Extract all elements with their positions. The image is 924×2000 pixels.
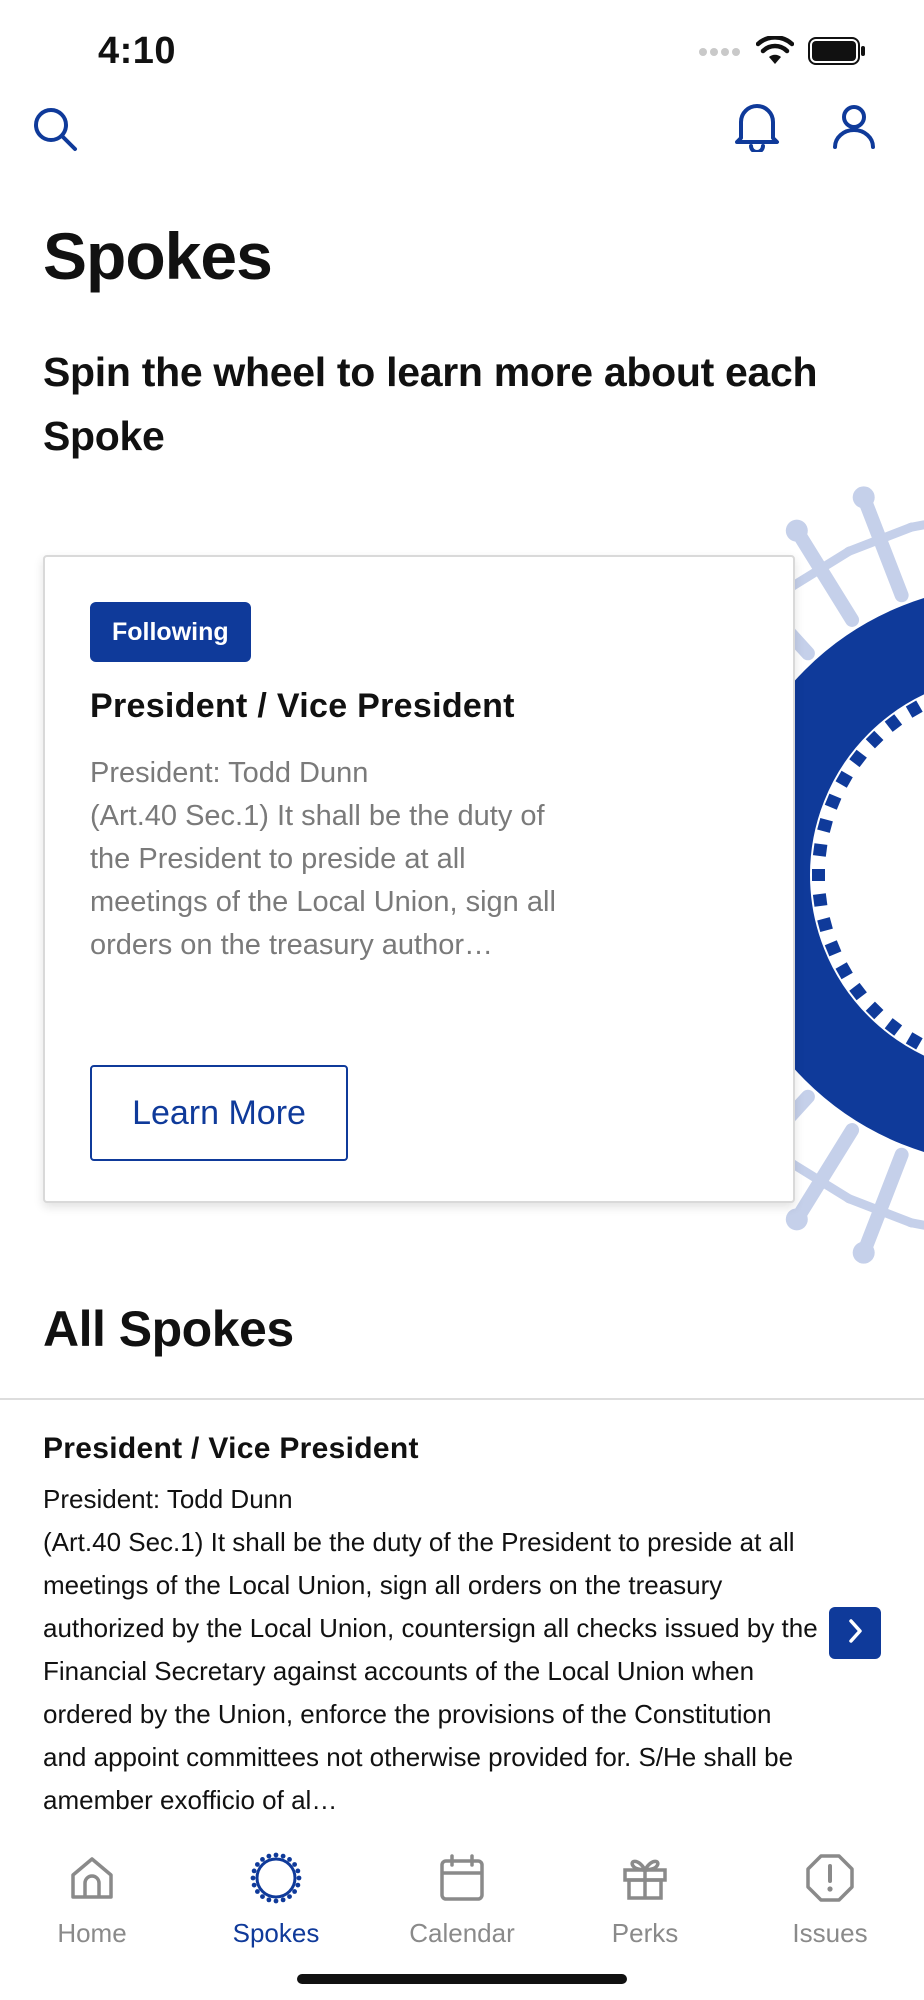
signal-icon [698,45,742,63]
profile-button[interactable] [824,98,884,158]
tab-issues[interactable]: Issues [740,1850,920,1970]
tab-perks-label: Perks [611,1918,679,1948]
page-title: Spokes [43,219,273,293]
home-indicator [297,1974,627,1984]
status-time: 4:10 [98,30,177,72]
search-icon [31,105,79,158]
following-badge: Following [90,602,251,662]
spokes-wheel-icon [248,1850,304,1906]
top-bar [0,100,924,180]
page-subtitle: Spin the wheel to learn more about each … [43,349,818,459]
tab-spokes[interactable]: Spokes [186,1850,366,1970]
wifi-icon [755,35,795,71]
user-icon [831,103,877,154]
divider [0,1398,924,1400]
calendar-icon [434,1850,490,1906]
home-icon [64,1850,120,1906]
tab-spokes-label: Spokes [232,1918,320,1948]
tab-calendar-label: Calendar [409,1918,515,1948]
gift-icon [617,1850,673,1906]
bell-icon [733,100,781,157]
featured-spoke-card[interactable]: Following President / Vice President Pre… [43,555,795,1203]
tab-perks[interactable]: Perks [555,1850,735,1970]
tab-calendar[interactable]: Calendar [372,1850,552,1970]
battery-icon [808,37,866,70]
featured-spoke-title: President / Vice President [90,687,515,725]
alert-octagon-icon [802,1850,858,1906]
list-item-open-button[interactable] [829,1607,881,1659]
list-item-title: President / Vice President [43,1432,419,1465]
tab-home-label: Home [57,1918,127,1948]
all-spokes-title: All Spokes [43,1301,294,1357]
status-icons [698,35,866,71]
list-item[interactable]: President / Vice President President: To… [0,1432,924,1832]
chevron-right-icon [843,1617,867,1650]
featured-spoke-description: President: Todd Dunn (Art.40 Sec.1) It s… [90,757,556,961]
tab-home[interactable]: Home [2,1850,182,1970]
status-bar: 4:10 [0,0,924,100]
search-button[interactable] [25,101,85,161]
tab-issues-label: Issues [792,1918,868,1948]
list-item-description: President: Todd Dunn (Art.40 Sec.1) It s… [43,1484,818,1815]
learn-more-button[interactable]: Learn More [90,1065,348,1161]
notifications-button[interactable] [727,98,787,158]
